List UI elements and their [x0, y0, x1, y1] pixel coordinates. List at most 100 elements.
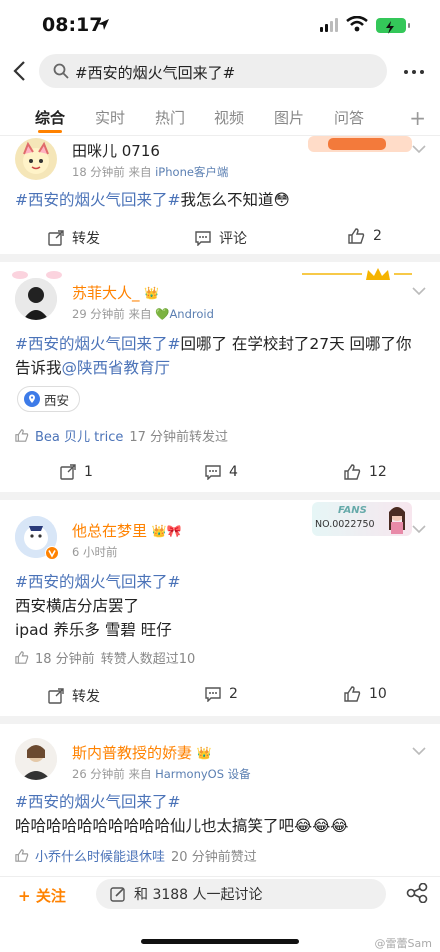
status-bar: 08:17: [0, 0, 440, 50]
fans-label: FANS: [338, 505, 367, 516]
search-query: #西安的烟火气回来了#: [75, 64, 236, 82]
search-header: #西安的烟火气回来了#: [0, 54, 440, 90]
tab-realtime[interactable]: 实时: [95, 107, 125, 128]
follow-button[interactable]: + 关注: [18, 885, 66, 906]
like-count: 10: [369, 686, 387, 702]
fans-number: NO.0022750: [315, 519, 375, 530]
hashtag-link[interactable]: #西安的烟火气回来了#: [15, 191, 180, 209]
hashtag-link[interactable]: #西安的烟火气回来了#: [15, 570, 425, 594]
avatar[interactable]: [15, 278, 57, 320]
post-from: 来自: [128, 767, 152, 781]
hashtag-link[interactable]: #西安的烟火气回来了#: [15, 335, 180, 353]
back-arrow-icon[interactable]: [12, 60, 26, 82]
like-button[interactable]: 10: [344, 686, 387, 702]
post-time: 26 分钟前: [72, 767, 125, 781]
reposter-name[interactable]: Bea 贝儿 trice: [35, 426, 123, 445]
like-note: 转赞人数超过10: [100, 652, 196, 667]
post-time: 18 分钟前: [72, 165, 125, 179]
repost-button[interactable]: 转发: [48, 228, 100, 248]
tab-hot[interactable]: 热门: [155, 107, 185, 128]
location-label: 西安: [44, 392, 70, 408]
bunny-ears-decoration: [12, 271, 62, 279]
like-note: 20 分钟前赞过: [171, 850, 257, 865]
comment-button[interactable]: 4: [205, 464, 238, 480]
tab-pictures[interactable]: 图片: [274, 107, 304, 128]
thumbs-up-small-icon: [15, 651, 29, 664]
username-text: 斯内普教授的娇妻: [72, 744, 193, 762]
search-tabs: 综合 实时 热门 视频 图片 问答 +: [0, 98, 440, 136]
add-tab-icon[interactable]: +: [409, 106, 426, 130]
comment-icon: [195, 231, 211, 246]
repost-button[interactable]: 转发: [48, 686, 100, 706]
crown-icon: 👑🎀: [151, 524, 182, 538]
post-body-line: 西安横店分店罢了: [15, 597, 140, 615]
post-source: iPhone客户端: [155, 165, 229, 179]
bottom-bar: + 关注 和 3188 人一起讨论 @雷蕾Sam: [0, 876, 440, 952]
like-button[interactable]: 2: [348, 228, 382, 244]
discuss-button[interactable]: 和 3188 人一起讨论: [96, 879, 386, 909]
post-from: 来自: [128, 307, 152, 321]
username-text: 他总在梦里: [72, 522, 148, 540]
comment-button[interactable]: 2: [205, 686, 238, 702]
comment-label: 评论: [219, 231, 247, 247]
thumbs-up-small-icon: [15, 849, 29, 862]
clock: 08:17: [42, 14, 103, 36]
post-meta: 18 分钟前 来自 iPhone客户端: [72, 164, 228, 180]
post-text: #西安的烟火气回来了# 哈哈哈哈哈哈哈哈哈哈仙儿也太搞笑了吧😂😂😂: [15, 790, 425, 838]
tab-qa[interactable]: 问答: [334, 107, 364, 128]
divider: [0, 492, 440, 500]
repost-time: 17 分钟前转发过: [129, 430, 229, 445]
post-card: 斯内普教授的娇妻 👑 26 分钟前 来自 HarmonyOS 设备 #西安的烟火…: [0, 724, 440, 876]
username[interactable]: 斯内普教授的娇妻 👑: [72, 742, 212, 763]
mention-link[interactable]: @陕西省教育厅: [62, 359, 171, 377]
edit-icon: [110, 887, 125, 902]
home-indicator: [141, 939, 299, 944]
post-from: 来自: [128, 165, 152, 179]
username[interactable]: 苏菲大人_ 👑: [72, 282, 159, 303]
like-button[interactable]: 12: [344, 464, 387, 480]
post-actions: 1 4 12: [0, 458, 440, 488]
post-meta: 6 小时前: [72, 544, 117, 560]
thumbs-up-small-icon: [15, 429, 29, 442]
repost-label: 转发: [72, 231, 100, 247]
fans-card-decoration: FANS NO.0022750: [312, 502, 412, 536]
post-meta: 29 分钟前 来自 💚Android: [72, 306, 214, 322]
like-info: 18 分钟前 转赞人数超过10: [15, 648, 195, 667]
post-source: HarmonyOS 设备: [155, 767, 251, 781]
username[interactable]: 他总在梦里 👑🎀: [72, 520, 182, 541]
repost-count: 1: [84, 464, 93, 480]
share-icon[interactable]: [406, 883, 428, 903]
liker-name[interactable]: 小乔什么时候能退休哇: [35, 846, 165, 865]
username[interactable]: 田咪儿 0716: [72, 140, 160, 161]
post-source: Android: [169, 307, 214, 321]
comment-button[interactable]: 评论: [195, 228, 247, 248]
chevron-down-icon[interactable]: [412, 144, 426, 154]
avatar[interactable]: [15, 138, 57, 180]
discuss-label: 和 3188 人一起讨论: [134, 887, 263, 903]
post-card: 苏菲大人_ 👑 29 分钟前 来自 💚Android #西安的烟火气回来了#回哪…: [0, 262, 440, 494]
like-time: 18 分钟前: [35, 652, 95, 667]
post-text: #西安的烟火气回来了#我怎么不知道😳: [15, 188, 425, 212]
battery-charging-icon: [376, 18, 410, 34]
thumbs-up-icon: [344, 686, 361, 702]
hashtag-link[interactable]: #西安的烟火气回来了#: [15, 790, 425, 814]
location-chip[interactable]: 西安: [17, 386, 81, 412]
chevron-down-icon[interactable]: [412, 286, 426, 296]
post-body-line: ipad 养乐多 雪碧 旺仔: [15, 621, 172, 639]
avatar[interactable]: [15, 738, 57, 780]
crown-icon: 👑: [196, 746, 212, 760]
search-input[interactable]: #西安的烟火气回来了#: [39, 54, 387, 88]
more-options-icon[interactable]: [404, 70, 424, 74]
repost-button[interactable]: 1: [60, 464, 93, 480]
comment-icon: [205, 687, 221, 702]
post-time: 29 分钟前: [72, 307, 125, 321]
emoji: 😳: [273, 191, 290, 209]
post-meta: 26 分钟前 来自 HarmonyOS 设备: [72, 766, 251, 782]
tab-comprehensive[interactable]: 综合: [35, 107, 65, 128]
tab-video[interactable]: 视频: [214, 107, 244, 128]
post-text: #西安的烟火气回来了# 西安横店分店罢了 ipad 养乐多 雪碧 旺仔: [15, 570, 425, 642]
like-info: 小乔什么时候能退休哇 20 分钟前赞过: [15, 846, 257, 865]
chevron-down-icon[interactable]: [412, 524, 426, 534]
repost-icon: [60, 464, 76, 480]
chevron-down-icon[interactable]: [412, 746, 426, 756]
